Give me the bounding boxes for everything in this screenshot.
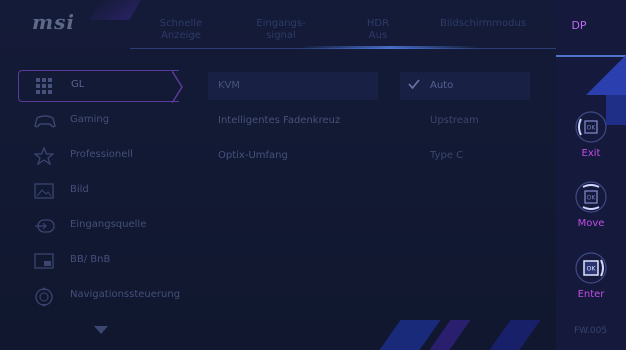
menu-item-label: KVM [218,80,241,91]
joystick-press-icon: OK [574,251,608,285]
sidebar-item-gaming[interactable]: Gaming [18,106,178,136]
joystick-left-icon: OK [574,110,608,144]
sidebar-item-label: Professionell [70,149,133,160]
navigation-icon [34,287,54,307]
top-glow [300,46,480,49]
msi-logo: msi [32,10,76,34]
tab-line: Bildschirmmodus [440,18,527,29]
option-upstream[interactable]: Upstream [400,107,530,135]
move-label: Move [577,218,605,229]
deco-stripe [489,320,541,350]
sidebar-item-label: Eingangsquelle [70,219,147,230]
sidebar-item-label: Bild [70,184,89,195]
enter-label: Enter [577,289,605,300]
option-auto[interactable]: Auto [400,72,530,100]
tab-line: Schnelle [159,18,203,29]
sidebar-item-professional[interactable]: Professionell [18,141,178,171]
firmware-version: FW.005 [574,326,608,336]
option-label: Type C [430,150,464,161]
tab-line: HDR [366,18,390,29]
tab-line: Aus [368,30,388,41]
exit-label: Exit [581,148,601,159]
svg-text:OK: OK [587,195,597,202]
deco-top [89,0,141,20]
tab-line: Anzeige [161,30,201,41]
selection-arrow-icon [172,71,183,103]
top-bar: msi Schnelle Anzeige Eingangs- signal HD… [0,0,556,56]
tab-input-signal[interactable]: Eingangs- signal [250,18,312,42]
scroll-down-chevron-icon[interactable] [94,326,108,334]
option-label: Auto [430,80,454,91]
joystick-updown-icon: OK [574,180,608,214]
sidebar-item-navigation[interactable]: Navigationssteuerung [18,281,181,311]
star-icon [33,146,55,166]
menu-item-kvm[interactable]: KVM [208,72,378,100]
osd-screen: msi Schnelle Anzeige Eingangs- signal HD… [0,0,626,350]
tab-line: signal [266,30,296,41]
sidebar-item-label: Navigationssteuerung [70,289,181,300]
move-button[interactable]: OK Move [566,180,616,229]
deco-triangle [586,55,626,95]
gamepad-icon [34,112,56,130]
menu-item-label: Intelligentes Fadenkreuz [218,115,341,126]
svg-text:OK: OK [587,125,597,132]
sidebar-item-label: BB/ BnB [70,254,111,265]
sidebar-item-image[interactable]: Bild [18,176,178,206]
input-tab-dp[interactable]: DP [556,19,602,32]
tab-hdr[interactable]: HDR Aus [360,18,396,42]
sidebar-item-input-source[interactable]: Eingangsquelle [18,211,178,241]
check-icon [408,79,420,90]
menu-item-smart-crosshair[interactable]: Intelligentes Fadenkreuz [208,107,378,135]
menu-item-optix-scope[interactable]: Optix-Umfang [208,142,378,170]
sidebar-item-gl[interactable]: GL [18,70,179,102]
option-type-c[interactable]: Type C [400,142,530,170]
grid-icon [35,77,55,95]
exit-button[interactable]: OK Exit [566,110,616,159]
option-label: Upstream [430,115,479,126]
image-icon [34,182,54,200]
menu-item-label: Optix-Umfang [218,150,288,161]
sidebar-item-pip[interactable]: BB/ BnB [18,246,178,276]
sidebar-item-label: Gaming [70,114,110,125]
tab-screen-mode[interactable]: Bildschirmmodus [440,18,527,30]
pip-icon [34,252,54,270]
svg-text:OK: OK [587,266,597,273]
enter-button[interactable]: OK Enter [566,251,616,300]
tab-line: Eingangs- [256,18,306,29]
nav-panel: DP OK Exit OK Move OK Enter FW.005 [556,0,626,350]
input-source-icon [34,217,55,235]
tab-quick-display[interactable]: Schnelle Anzeige [150,18,212,42]
sidebar-item-label: GL [71,79,85,90]
